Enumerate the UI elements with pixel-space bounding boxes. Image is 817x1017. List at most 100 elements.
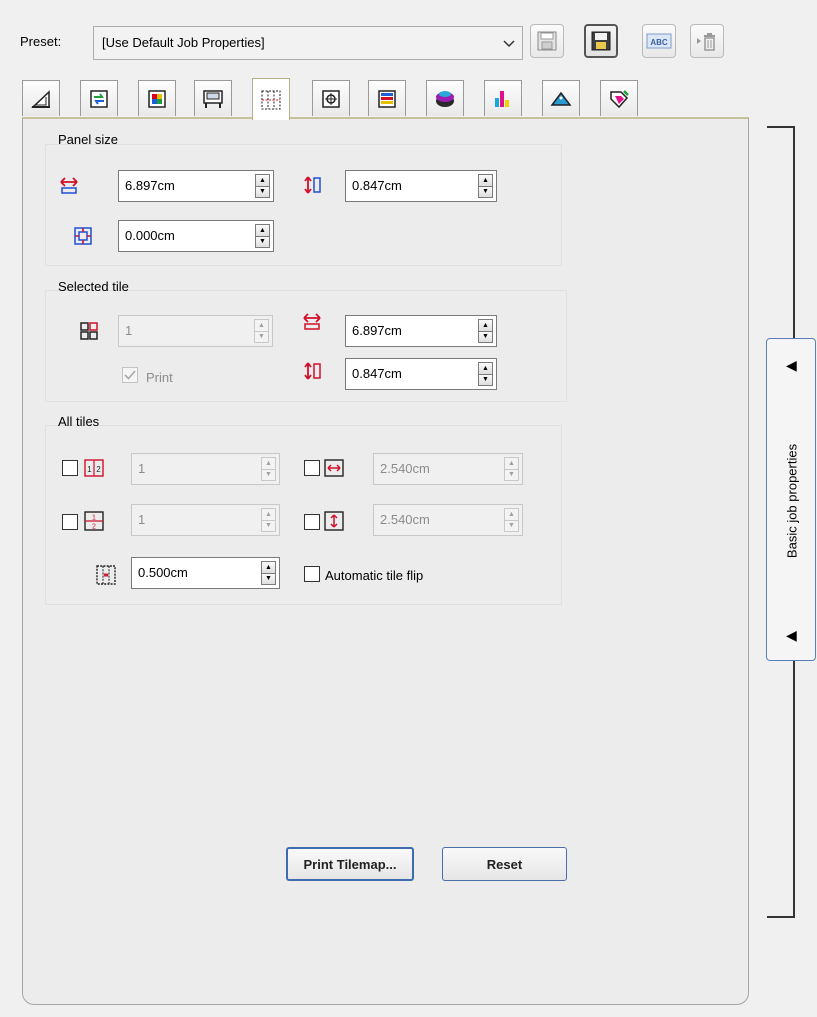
- spin-up-button[interactable]: ▲: [255, 174, 270, 187]
- preset-value: [Use Default Job Properties]: [102, 35, 265, 50]
- overlap-icon: [74, 227, 92, 245]
- tiling-icon: [261, 90, 281, 109]
- tab-layout[interactable]: [426, 80, 464, 116]
- auto-flip-label: Automatic tile flip: [325, 568, 424, 583]
- spin-up-button[interactable]: ▲: [478, 174, 493, 187]
- save-as-icon: [591, 31, 611, 51]
- spin-up-button[interactable]: ▲: [478, 319, 493, 332]
- tile-height-icon: [304, 362, 321, 380]
- reset-button[interactable]: Reset: [442, 847, 567, 881]
- svg-text:ABC: ABC: [650, 38, 668, 47]
- panel-width-input[interactable]: 6.897cm ▲ ▼: [118, 170, 274, 202]
- tab-ink[interactable]: [484, 80, 522, 116]
- tab-color[interactable]: [138, 80, 176, 116]
- collapse-arrow-icon: ◀: [786, 357, 797, 373]
- ink-icon: [495, 90, 509, 107]
- side-bracket-bottom: [767, 916, 795, 918]
- save-preset-button[interactable]: [530, 24, 564, 58]
- spin-up-button: ▲: [254, 319, 269, 332]
- spin-up-button[interactable]: ▲: [255, 224, 270, 237]
- tile-width-icon: [303, 313, 321, 330]
- selected-tile-width-input[interactable]: 6.897cm ▲ ▼: [345, 315, 497, 347]
- tile-height-input: 2.540cm ▲ ▼: [373, 504, 523, 536]
- spin-down-button[interactable]: ▼: [478, 374, 493, 386]
- spin-up-button: ▲: [504, 508, 519, 521]
- tab-cut[interactable]: [542, 80, 580, 116]
- tile-number-value: 1: [125, 323, 133, 338]
- tab-marks[interactable]: [312, 80, 350, 116]
- save-icon: [537, 31, 557, 51]
- tab-tiling[interactable]: [252, 78, 290, 120]
- save-as-preset-button[interactable]: [584, 24, 618, 58]
- layers-icon: [378, 89, 396, 108]
- profile-icon: [610, 89, 629, 108]
- print-tile-label: Print: [146, 370, 173, 385]
- panel-height-input[interactable]: 0.847cm ▲ ▼: [345, 170, 497, 202]
- selected-tile-height-input[interactable]: 0.847cm ▲ ▼: [345, 358, 497, 390]
- overlap-input[interactable]: 0.000cm ▲ ▼: [118, 220, 274, 252]
- rows-icon: 1 2: [84, 511, 104, 531]
- panel-height-value: 0.847cm: [352, 178, 402, 193]
- layout-icon: [436, 90, 454, 107]
- spin-down-button[interactable]: ▼: [255, 236, 270, 248]
- spin-up-button: ▲: [261, 508, 276, 521]
- print-tilemap-button[interactable]: Print Tilemap...: [286, 847, 414, 881]
- tab-media[interactable]: [22, 80, 60, 116]
- panel-width-value: 6.897cm: [125, 178, 175, 193]
- selected-tile-title: Selected tile: [58, 279, 129, 294]
- tile-height-value: 2.540cm: [380, 512, 430, 527]
- spin-up-button[interactable]: ▲: [261, 561, 276, 574]
- marks-icon: [322, 89, 340, 108]
- tile-gap-input[interactable]: 0.500cm ▲ ▼: [131, 557, 280, 589]
- preset-dropdown[interactable]: [Use Default Job Properties]: [93, 26, 523, 60]
- rename-preset-button[interactable]: ABC: [642, 24, 676, 58]
- spin-down-button: ▼: [254, 331, 269, 343]
- selected-tile-height-value: 0.847cm: [352, 366, 402, 381]
- overlap-value: 0.000cm: [125, 228, 175, 243]
- auto-flip-checkbox[interactable]: [304, 566, 320, 582]
- rename-icon: ABC: [646, 33, 672, 49]
- spin-up-button: ▲: [261, 457, 276, 470]
- rows-input: 1 ▲ ▼: [131, 504, 280, 536]
- basic-job-properties-tab[interactable]: ◀ Basic job properties ◀: [766, 338, 816, 661]
- spin-down-button: ▼: [261, 520, 276, 532]
- spin-down-button[interactable]: ▼: [261, 573, 276, 585]
- panel-height-icon: [304, 176, 321, 194]
- tab-printer[interactable]: [194, 80, 232, 116]
- tab-transform[interactable]: [80, 80, 118, 116]
- basic-job-properties-label: Basic job properties: [784, 443, 800, 559]
- columns-checkbox[interactable]: [62, 460, 78, 476]
- rows-value: 1: [138, 512, 146, 527]
- side-bracket-top: [767, 126, 795, 128]
- side-bracket-line-upper: [793, 126, 795, 340]
- tab-layers[interactable]: [368, 80, 406, 116]
- svg-text:2: 2: [92, 524, 96, 531]
- spin-down-button[interactable]: ▼: [255, 186, 270, 198]
- all-tiles-title: All tiles: [58, 414, 100, 429]
- delete-icon: [697, 33, 715, 51]
- tile-width-value: 2.540cm: [380, 461, 430, 476]
- columns-value: 1: [138, 461, 146, 476]
- transform-icon: [90, 89, 108, 108]
- print-tile-checkbox[interactable]: [122, 367, 138, 383]
- spin-up-button[interactable]: ▲: [478, 362, 493, 375]
- tile-grid-icon: [80, 322, 98, 340]
- rows-checkbox[interactable]: [62, 514, 78, 530]
- columns-icon: 1 2: [84, 459, 104, 477]
- panel-size-title: Panel size: [58, 132, 118, 147]
- svg-text:1: 1: [92, 515, 96, 522]
- color-icon: [148, 89, 166, 108]
- spin-down-button: ▼: [504, 469, 519, 481]
- tile-width-checkbox[interactable]: [304, 460, 320, 476]
- tab-profile[interactable]: [600, 80, 638, 116]
- svg-text:2: 2: [96, 465, 101, 474]
- spin-down-button[interactable]: ▼: [478, 331, 493, 343]
- side-bracket-line-lower: [793, 660, 795, 918]
- spin-down-button[interactable]: ▼: [478, 186, 493, 198]
- tile-gap-value: 0.500cm: [138, 565, 188, 580]
- tile-gap-icon: [96, 565, 116, 585]
- delete-preset-button[interactable]: [690, 24, 724, 58]
- selected-tile-width-value: 6.897cm: [352, 323, 402, 338]
- spin-down-button: ▼: [261, 469, 276, 481]
- tile-height-checkbox[interactable]: [304, 514, 320, 530]
